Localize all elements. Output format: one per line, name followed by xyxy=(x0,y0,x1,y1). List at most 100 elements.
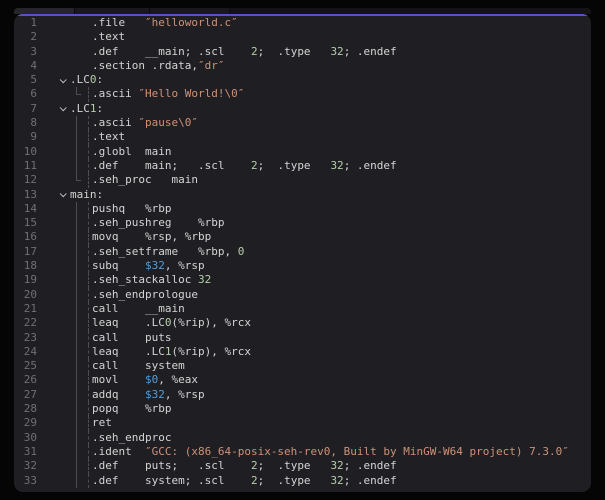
code-line: 4.section .rdata,″dr″ xyxy=(14,59,591,73)
code-area[interactable]: .seh_proc main xyxy=(68,173,591,187)
chevron-down-icon[interactable] xyxy=(60,190,67,197)
code-area[interactable]: pushq %rbp xyxy=(68,202,591,216)
token-n: 0 xyxy=(238,245,245,258)
code-area[interactable]: addq $32, %rsp xyxy=(68,388,591,402)
token-p: : xyxy=(97,102,104,115)
code-area[interactable]: .def system; .scl 2; .type 32; .endef xyxy=(68,474,591,488)
code-area[interactable]: call puts xyxy=(68,331,591,345)
fold-column xyxy=(40,45,68,59)
token-p: ; .type xyxy=(258,45,331,58)
code-area[interactable]: leaq .LC1(%rip), %rcx xyxy=(68,345,591,359)
code-line: 30 .seh_endproc xyxy=(14,431,591,445)
code-area[interactable]: .text xyxy=(68,30,591,44)
token-p: .seh_stackalloc xyxy=(92,273,198,286)
token-p: .ident xyxy=(92,445,145,458)
code-area[interactable]: .seh_endproc xyxy=(68,431,591,445)
code-line: 8.ascii ″pause\0″ xyxy=(14,116,591,130)
token-p: .ascii xyxy=(92,116,138,129)
code-text: .text xyxy=(70,30,125,44)
code-line: 13 main: xyxy=(14,188,591,202)
code-area[interactable]: .LC0: xyxy=(68,73,591,87)
code-area[interactable]: .ident ″GCC: (x86_64-posix-seh-rev0, Bui… xyxy=(68,445,591,459)
code-area[interactable]: subq $32, %rsp xyxy=(68,259,591,273)
token-p: ; .type xyxy=(258,459,331,472)
code-line: 16movq %rsp, %rbp xyxy=(14,230,591,244)
code-text: .seh_stackalloc 32 xyxy=(70,273,211,287)
code-text: .seh_setframe %rbp, 0 xyxy=(70,245,244,259)
token-s: ″helloworld.c″ xyxy=(145,16,238,29)
token-p: .LC xyxy=(70,73,90,86)
fold-column xyxy=(40,359,68,373)
code-line: 11.def main; .scl 2; .type 32; .endef xyxy=(14,159,591,173)
code-line: 14 pushq %rbp xyxy=(14,202,591,216)
line-number: 22 xyxy=(14,316,40,330)
token-s: ″pause\0″ xyxy=(138,116,198,129)
code-text: .text xyxy=(70,130,125,144)
code-line: 5.LC0: xyxy=(14,73,591,87)
token-p: .def __main; .scl xyxy=(92,45,251,58)
line-number: 28 xyxy=(14,402,40,416)
code-editor[interactable]: 1.file ″helloworld.c″2.text3.def __main;… xyxy=(14,16,591,492)
code-area[interactable]: popq %rbp xyxy=(68,402,591,416)
line-number: 7 xyxy=(14,102,40,116)
fold-column xyxy=(40,431,68,445)
chevron-down-icon[interactable] xyxy=(60,76,67,83)
token-n: 2 xyxy=(251,474,258,487)
code-area[interactable]: call system xyxy=(68,359,591,373)
code-area[interactable]: .ascii ″Hello World!\0″ xyxy=(68,87,591,101)
code-area[interactable]: call __main xyxy=(68,302,591,316)
line-number: 14 xyxy=(14,202,40,216)
token-p: .text xyxy=(92,30,125,43)
code-text: ret xyxy=(70,416,112,430)
code-area[interactable]: movl $0, %eax xyxy=(68,373,591,387)
code-area[interactable]: .seh_pushreg %rbp xyxy=(68,216,591,230)
code-text: .ascii ″pause\0″ xyxy=(70,116,198,130)
editor-window: 1.file ″helloworld.c″2.text3.def __main;… xyxy=(14,14,591,492)
token-p: .section .rdata, xyxy=(92,59,198,72)
line-number: 24 xyxy=(14,345,40,359)
token-p: .seh_endprologue xyxy=(92,288,198,301)
code-area[interactable]: .seh_stackalloc 32 xyxy=(68,273,591,287)
code-area[interactable]: .globl main xyxy=(68,145,591,159)
token-p: subq xyxy=(92,259,145,272)
code-area[interactable]: .seh_endprologue xyxy=(68,288,591,302)
code-area[interactable]: .def puts; .scl 2; .type 32; .endef xyxy=(68,459,591,473)
code-area[interactable]: .LC1: xyxy=(68,102,591,116)
code-area[interactable]: main: xyxy=(68,188,591,202)
line-number: 13 xyxy=(14,188,40,202)
token-n: 1 xyxy=(90,102,97,115)
fold-column xyxy=(40,345,68,359)
token-n: 32 xyxy=(330,159,343,172)
code-area[interactable]: .ascii ″pause\0″ xyxy=(68,116,591,130)
token-p: popq %rbp xyxy=(92,402,171,415)
code-area[interactable]: leaq .LC0(%rip), %rcx xyxy=(68,316,591,330)
code-area[interactable]: .section .rdata,″dr″ xyxy=(68,59,591,73)
token-p: .text xyxy=(92,130,125,143)
code-text: .def main; .scl 2; .type 32; .endef xyxy=(70,159,397,173)
fold-column xyxy=(40,30,68,44)
code-area[interactable]: .def __main; .scl 2; .type 32; .endef xyxy=(68,45,591,59)
code-area[interactable]: ret xyxy=(68,416,591,430)
line-number: 30 xyxy=(14,431,40,445)
code-area[interactable]: movq %rsp, %rbp xyxy=(68,230,591,244)
code-text: leaq .LC1(%rip), %rcx xyxy=(70,345,251,359)
code-line: 25call system xyxy=(14,359,591,373)
token-p: ; .type xyxy=(258,474,331,487)
token-p: .LC xyxy=(70,102,90,115)
line-number: 19 xyxy=(14,273,40,287)
code-area[interactable]: .seh_setframe %rbp, 0 xyxy=(68,245,591,259)
code-line: 19 .seh_stackalloc 32 xyxy=(14,273,591,287)
line-number: 21 xyxy=(14,302,40,316)
code-line: 17.seh_setframe %rbp, 0 xyxy=(14,245,591,259)
line-number: 27 xyxy=(14,388,40,402)
code-area[interactable]: .file ″helloworld.c″ xyxy=(68,16,591,30)
chevron-down-icon[interactable] xyxy=(60,105,67,112)
code-line: 6.ascii ″Hello World!\0″ xyxy=(14,87,591,101)
fold-column xyxy=(40,130,68,144)
code-area[interactable]: .text xyxy=(68,130,591,144)
token-n: 32 xyxy=(330,45,343,58)
code-line: 9.text xyxy=(14,130,591,144)
token-i: $0 xyxy=(145,373,158,386)
code-area[interactable]: .def main; .scl 2; .type 32; .endef xyxy=(68,159,591,173)
token-n: 2 xyxy=(251,159,258,172)
